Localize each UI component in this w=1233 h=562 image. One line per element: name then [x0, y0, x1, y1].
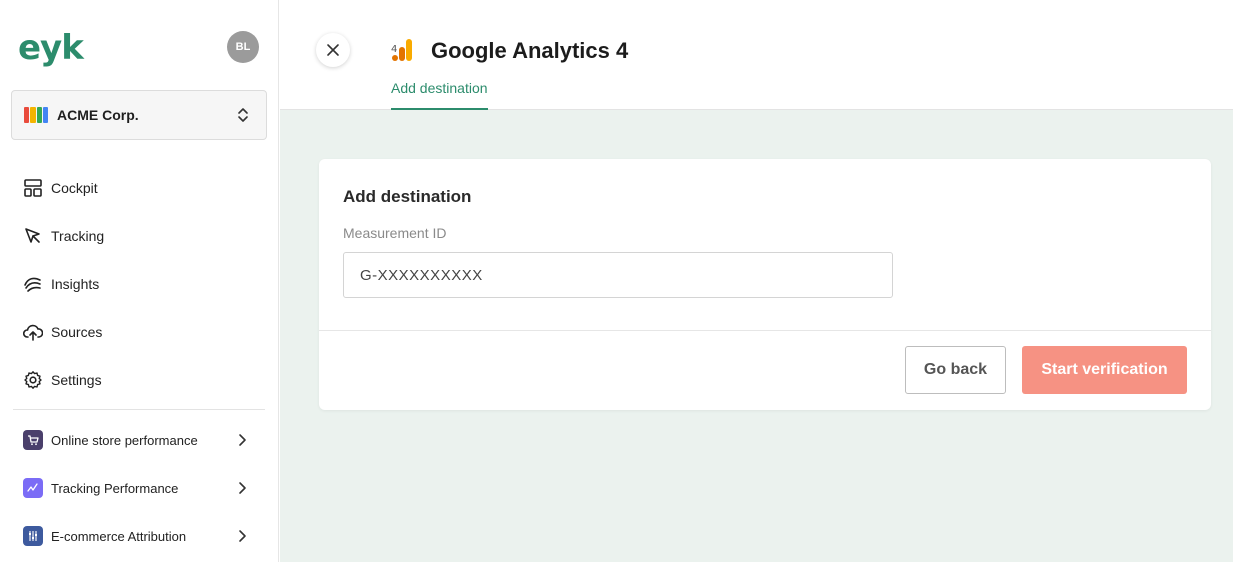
cursor-icon: [25, 228, 40, 243]
nav-item-cockpit[interactable]: Cockpit: [0, 164, 279, 212]
sliders-icon: [23, 526, 43, 546]
nav-label: Sources: [51, 324, 103, 340]
gear-icon: [24, 371, 42, 389]
report-item-ecommerce-attribution[interactable]: E-commerce Attribution: [0, 512, 279, 560]
nav-label: Insights: [51, 276, 100, 292]
organization-name: ACME Corp.: [57, 107, 139, 123]
app-logo[interactable]: eyk: [18, 28, 84, 68]
tab-add-destination[interactable]: Add destination: [391, 80, 488, 110]
nav-item-settings[interactable]: Settings: [0, 356, 279, 404]
layout-icon: [24, 179, 42, 197]
close-icon: [327, 44, 339, 56]
organization-logo-icon: [24, 107, 48, 123]
cloud-upload-icon: [23, 324, 43, 341]
chevron-right-icon: [239, 530, 246, 542]
report-list: Online store performance Tracking Perfor…: [0, 416, 279, 560]
google-analytics-icon: 4: [391, 39, 412, 61]
pulse-icon: [23, 478, 43, 498]
nav-label: Cockpit: [51, 180, 98, 196]
cart-icon: [23, 430, 43, 450]
report-item-online-store[interactable]: Online store performance: [0, 416, 279, 464]
measurement-id-input[interactable]: [343, 252, 893, 298]
nav-label: Tracking: [51, 228, 105, 244]
report-label: E-commerce Attribution: [51, 528, 187, 544]
close-button[interactable]: [316, 33, 350, 67]
add-destination-card: Add destination Measurement ID Go back S…: [319, 159, 1211, 410]
card-divider: [319, 330, 1211, 331]
start-verification-button[interactable]: Start verification: [1022, 346, 1187, 394]
organization-switcher[interactable]: ACME Corp.: [11, 90, 267, 140]
report-label: Tracking Performance: [51, 480, 179, 496]
report-item-tracking-performance[interactable]: Tracking Performance: [0, 464, 279, 512]
nav-item-tracking[interactable]: Tracking: [0, 212, 279, 260]
chevron-right-icon: [239, 434, 246, 446]
report-label: Online store performance: [51, 432, 198, 448]
main-content: 4 Google Analytics 4 Add destination Add…: [280, 0, 1233, 562]
nav-label: Settings: [51, 372, 102, 388]
card-title: Add destination: [343, 187, 472, 206]
chevron-up-down-icon: [238, 108, 248, 122]
page-header: 4 Google Analytics 4 Add destination: [280, 0, 1233, 110]
svg-text:4: 4: [391, 44, 397, 55]
nav-item-insights[interactable]: Insights: [0, 260, 279, 308]
insights-icon: [24, 277, 41, 292]
user-avatar[interactable]: BL: [227, 31, 259, 63]
go-back-button[interactable]: Go back: [905, 346, 1006, 394]
nav-item-sources[interactable]: Sources: [0, 308, 279, 356]
page-title: Google Analytics 4: [431, 38, 629, 63]
sidebar-divider: [13, 409, 265, 410]
chevron-right-icon: [239, 482, 246, 494]
main-navigation: Cockpit Tracking Insights Sources Settin…: [0, 164, 279, 404]
sidebar: eyk BL ACME Corp. Cockpit Tracking Insig…: [0, 0, 279, 562]
measurement-id-label: Measurement ID: [343, 225, 447, 241]
